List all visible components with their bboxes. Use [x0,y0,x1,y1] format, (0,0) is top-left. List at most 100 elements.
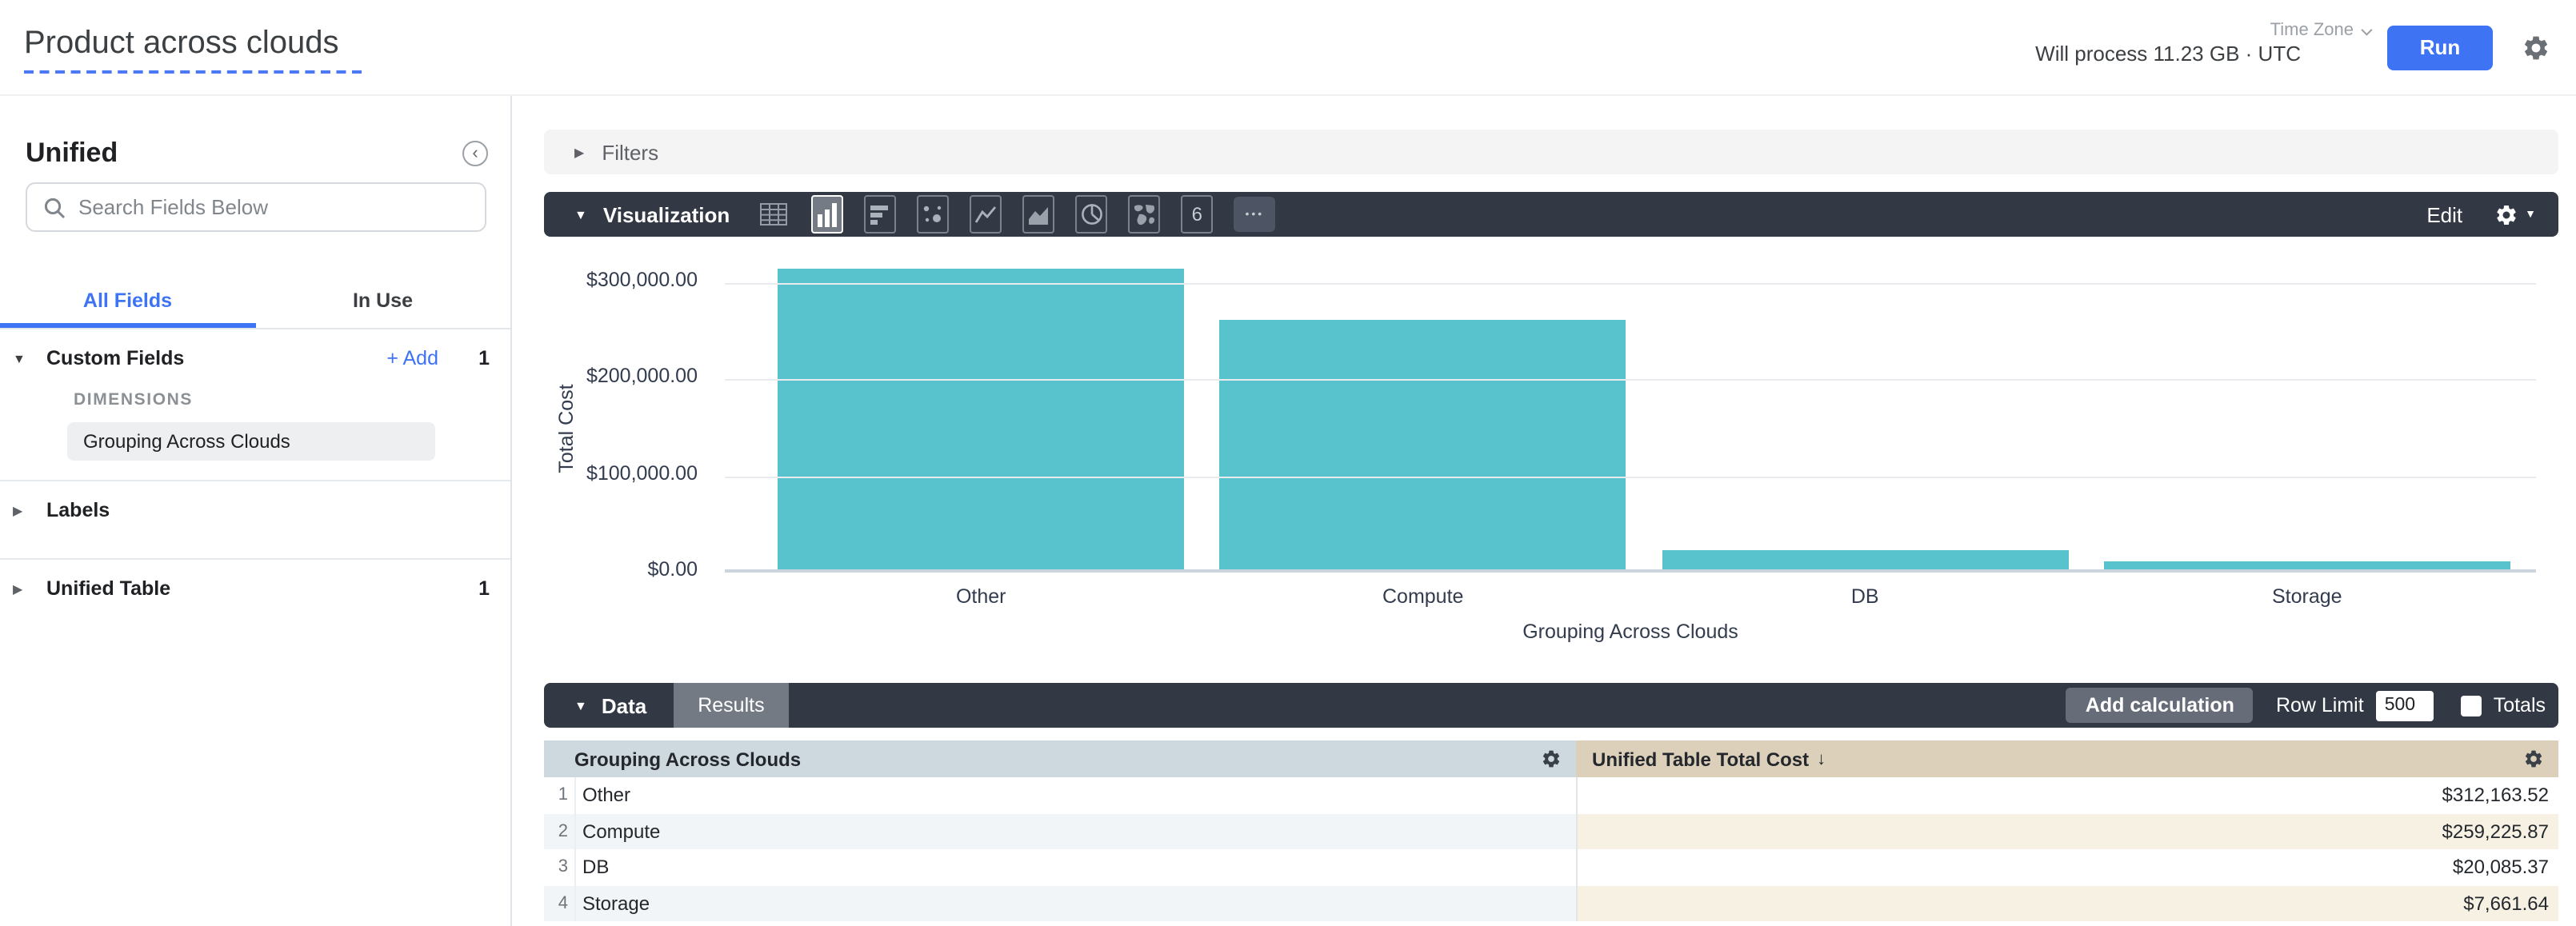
row-limit-input[interactable] [2377,690,2434,720]
tab-all-fields[interactable]: All Fields [0,277,255,328]
dimension-column-gear-icon[interactable] [1541,748,1562,769]
pie-chart-icon [1079,202,1103,227]
ellipsis-icon: ••• [1245,209,1264,220]
chart-type-picker: 6 ••• [755,192,1275,237]
tab-results[interactable]: Results [674,683,788,728]
edit-visualization-button[interactable]: Edit [2426,202,2462,226]
data-section-header: ▼ Data Results Add calculation Row Limit… [544,683,2558,728]
plot-area [725,283,2536,573]
field-grouping-across-clouds[interactable]: Grouping Across Clouds [67,422,435,461]
data-section-toggle[interactable]: ▼ Data [544,683,674,728]
table-chart-icon [759,203,786,226]
tab-in-use[interactable]: In Use [255,277,510,328]
field-search [26,182,486,232]
x-axis-category-label: DB [1644,585,2086,608]
run-button[interactable]: Run [2387,25,2493,70]
viz-type-area-button[interactable] [1022,195,1054,233]
measure-cell[interactable]: $20,085.37 [1576,849,2558,885]
x-axis-category-label: Other [760,585,1202,608]
viz-type-single-value-button[interactable]: 6 [1181,195,1213,233]
section-custom-fields[interactable]: ▼ Custom Fields + Add 1 [0,329,510,387]
dimension-cell[interactable]: Compute [576,813,1576,849]
view-name: Unified [26,138,118,170]
bars-container [760,261,2528,569]
collapse-sidebar-icon[interactable]: ‹ [462,141,488,166]
row-limit-label: Row Limit [2276,694,2364,716]
caret-down-icon[interactable]: ▼ [574,207,587,222]
caret-down-icon: ▼ [574,698,587,712]
search-input[interactable] [78,195,469,219]
caret-right-icon: ▶ [574,145,584,159]
y-axis-tick-label: $100,000.00 [544,461,698,484]
single-value-icon: 6 [1192,203,1202,226]
dimensions-group-label: DIMENSIONS [74,390,510,409]
results-table: Grouping Across Clouds Unified Table Tot… [544,740,2558,921]
gridline [725,379,2536,381]
totals-label: Totals [2494,694,2546,716]
y-axis-tick-label: $300,000.00 [544,269,698,291]
line-chart-icon [974,202,997,226]
sidebar-tabs: All Fields In Use [0,277,510,329]
explore-settings-gear-icon[interactable] [2522,33,2550,62]
measure-column-gear-icon[interactable] [2523,748,2544,769]
viz-type-table-button[interactable] [755,195,790,233]
caret-right-icon: ▶ [13,503,35,517]
field-picker-sidebar: Unified ‹ All Fields In Use ▼ Custom Fie… [0,96,512,926]
dimension-column-header[interactable]: Grouping Across Clouds [544,740,1576,777]
table-row: 4Storage$7,661.64 [544,885,2558,921]
chevron-down-icon [2361,24,2372,35]
row-number: 1 [544,777,576,813]
bar-storage[interactable] [2104,562,2510,569]
visualization-section-header: ▼ Visualization [544,192,2558,237]
row-number: 4 [544,885,576,921]
viz-type-column-button[interactable] [811,195,843,233]
more-chart-types-button[interactable]: ••• [1234,197,1275,232]
y-axis-title: Total Cost [555,384,578,473]
viz-type-map-button[interactable] [1128,195,1160,233]
caret-down-icon: ▼ [13,351,35,365]
bar-chart-icon [869,202,891,226]
section-labels[interactable]: ▶ Labels [0,481,510,539]
bar-other[interactable] [778,268,1184,569]
main-content: ▶ Filters ▼ Visualization [512,96,2576,926]
section-unified-table[interactable]: ▶ Unified Table 1 [0,560,510,617]
measure-column-header[interactable]: Unified Table Total Cost ↓ [1576,740,2558,777]
viz-type-pie-button[interactable] [1075,195,1107,233]
time-zone-selector[interactable]: Time Zone [2270,21,2370,40]
x-axis-title: Grouping Across Clouds [725,621,2536,643]
unified-table-count-badge: 1 [477,577,490,600]
viz-type-line-button[interactable] [970,195,1002,233]
visualization-settings[interactable]: ▼ [2494,202,2536,226]
filters-section-header[interactable]: ▶ Filters [544,130,2558,174]
dimension-cell[interactable]: Other [576,777,1576,813]
measure-cell[interactable]: $7,661.64 [1576,885,2558,921]
row-number: 2 [544,813,576,849]
search-icon [43,196,66,218]
page-title[interactable]: Product across clouds [24,21,362,74]
scatter-plot-icon [922,202,944,226]
dimension-cell[interactable]: DB [576,849,1576,885]
x-axis-labels: OtherComputeDBStorage [760,585,2528,608]
column-chart-icon [816,202,838,227]
add-custom-field-button[interactable]: + Add [386,347,438,369]
map-icon [1132,202,1156,226]
measure-cell[interactable]: $312,163.52 [1576,777,2558,813]
x-axis-line [725,569,2536,573]
bar-db[interactable] [1662,550,2068,569]
y-axis-tick-label: $0.00 [544,558,698,581]
totals-checkbox[interactable] [2462,695,2482,716]
custom-fields-count-badge: 1 [477,347,490,369]
table-row: 3DB$20,085.37 [544,849,2558,885]
query-cost-estimate: Will process 11.23 GB · UTC [2035,42,2301,66]
table-header-row: Grouping Across Clouds Unified Table Tot… [544,740,2558,777]
time-zone-label: Time Zone [2270,21,2354,40]
add-calculation-button[interactable]: Add calculation [2066,688,2254,723]
gear-icon [2494,202,2518,226]
measure-cell[interactable]: $259,225.87 [1576,813,2558,849]
table-row: 2Compute$259,225.87 [544,813,2558,849]
viz-type-scatter-button[interactable] [917,195,949,233]
dimension-cell[interactable]: Storage [576,885,1576,921]
caret-right-icon: ▶ [13,581,35,596]
bar-compute[interactable] [1220,319,1626,569]
viz-type-bar-button[interactable] [864,195,896,233]
